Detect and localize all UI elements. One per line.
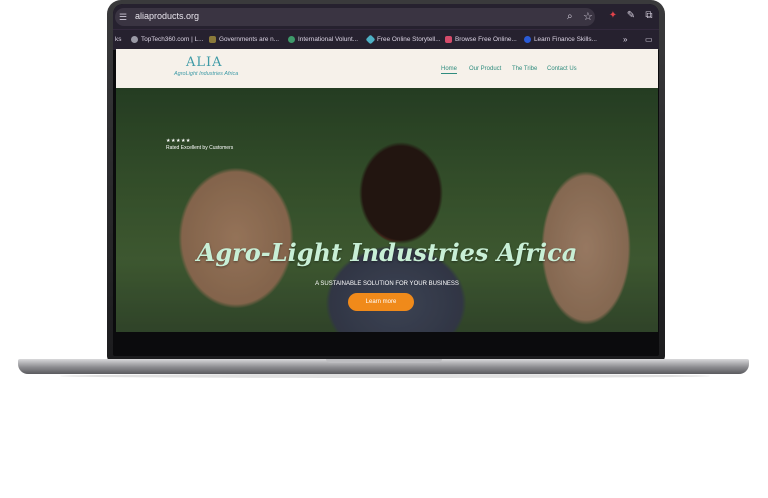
extension-icon[interactable]: ✦ [607,10,619,22]
laptop-hinge-notch [326,359,442,363]
bookmark-favicon [209,35,216,43]
nav-the-tribe[interactable]: The Tribe [512,66,537,72]
learn-more-button[interactable]: Learn more [348,293,414,311]
address-bar[interactable]: ☰ aliaproducts.org ⌕ ☆ [115,8,595,26]
bookmark-favicon [131,35,138,43]
site-header: ALIA AgroLight Industries Africa Home Ou… [116,49,658,88]
zoom-icon[interactable]: ⌕ [567,11,573,22]
nav-our-product[interactable]: Our Product [469,66,501,72]
browser-toolbar: ☰ aliaproducts.org ⌕ ☆ ✦ ✎ ⧉ [113,4,659,29]
pen-icon[interactable]: ✎ [625,10,637,22]
bookmark-item[interactable]: TopTech360.com | L... [131,34,203,46]
bookmark-item[interactable]: Learn Finance Skills... [524,34,597,46]
bookmark-item[interactable]: Governments are n... [209,34,279,46]
nav-home[interactable]: Home [441,66,458,74]
site-settings-icon[interactable]: ☰ [119,12,129,22]
nav-contact-us[interactable]: Contact Us [547,66,577,72]
laptop-shadow [60,374,710,378]
bookmark-item[interactable]: ks [115,34,121,46]
folder-icon[interactable]: ▭ [645,34,653,46]
rating-text: Rated Excellent by Customers [166,145,234,151]
hero-subtitle: A SUSTAINABLE SOLUTION FOR YOUR BUSINESS [315,281,459,287]
bookmark-item[interactable]: International Volunt... [288,34,358,46]
extensions-puzzle-icon[interactable]: ⧉ [643,10,655,22]
hero-title: Agro-Light Industries Africa [196,238,578,267]
hero-banner: ★★★★★ Rated Excellent by Customers Agro-… [116,88,658,332]
bookmark-item[interactable]: Browse Free Online... [445,34,517,46]
bookmark-favicon [524,35,531,43]
bookmarks-bar: ks TopTech360.com | L... Governments are… [113,29,659,50]
site-logo[interactable]: ALIA [186,55,223,70]
laptop-screen: ☰ aliaproducts.org ⌕ ☆ ✦ ✎ ⧉ ks TopTech3… [113,4,659,356]
rating-stars: ★★★★★ [166,138,191,144]
bookmark-favicon [365,34,376,45]
globe-icon [288,35,295,43]
page-viewport: ALIA AgroLight Industries Africa Home Ou… [116,49,658,332]
more-bookmarks-icon[interactable]: » [623,34,627,46]
url-text: aliaproducts.org [135,11,200,21]
bookmark-item[interactable]: Free Online Storytell... [365,34,441,46]
site-logo-subtitle: AgroLight Industries Africa [174,71,239,77]
bookmark-star-icon[interactable]: ☆ [583,10,593,23]
bookmark-favicon [445,35,452,43]
